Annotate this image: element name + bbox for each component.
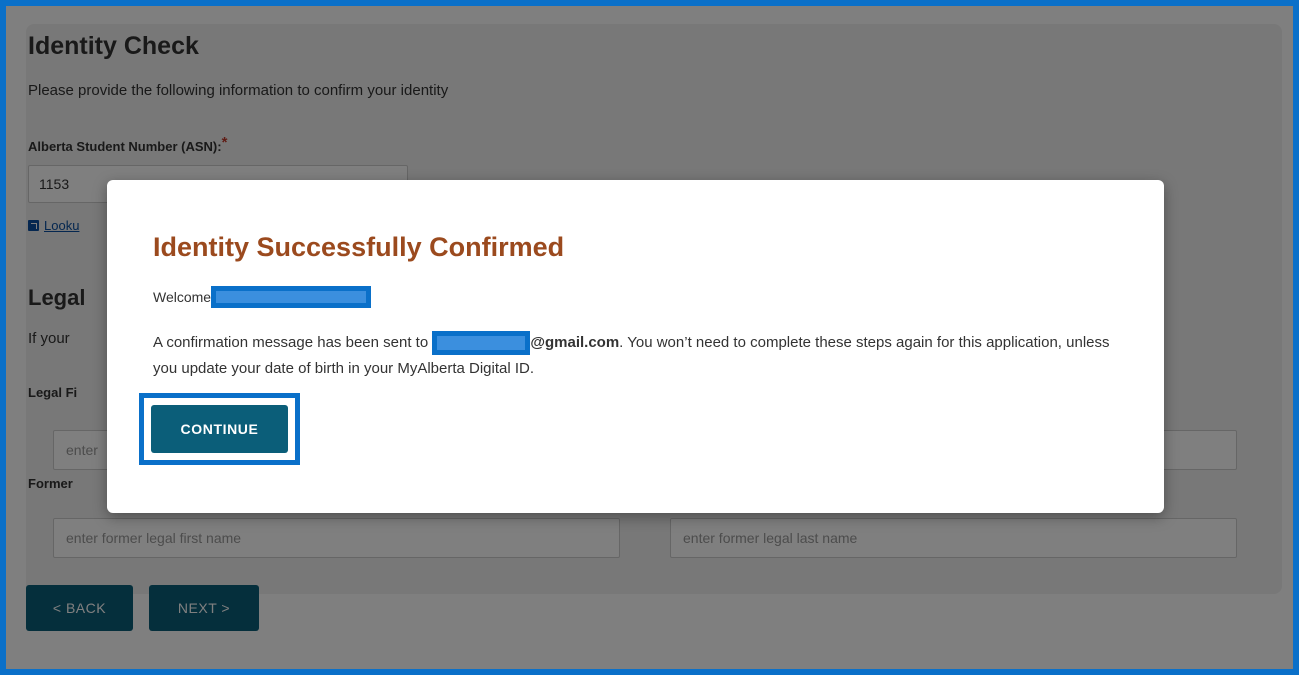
confirmation-modal: Identity Successfully Confirmed Welcome …: [107, 180, 1164, 513]
email-domain: @gmail.com: [530, 334, 620, 351]
confirmation-message: A confirmation message has been sent to …: [153, 330, 1113, 382]
continue-button[interactable]: CONTINUE: [151, 405, 288, 453]
modal-title: Identity Successfully Confirmed: [153, 232, 565, 262]
redacted-email: [432, 331, 531, 356]
message-prefix: A confirmation message has been sent to: [153, 334, 429, 351]
continue-highlight: CONTINUE: [139, 393, 300, 465]
welcome-line: Welcome: [153, 286, 372, 308]
redacted-name: [211, 286, 372, 308]
welcome-text: Welcome: [153, 289, 212, 305]
